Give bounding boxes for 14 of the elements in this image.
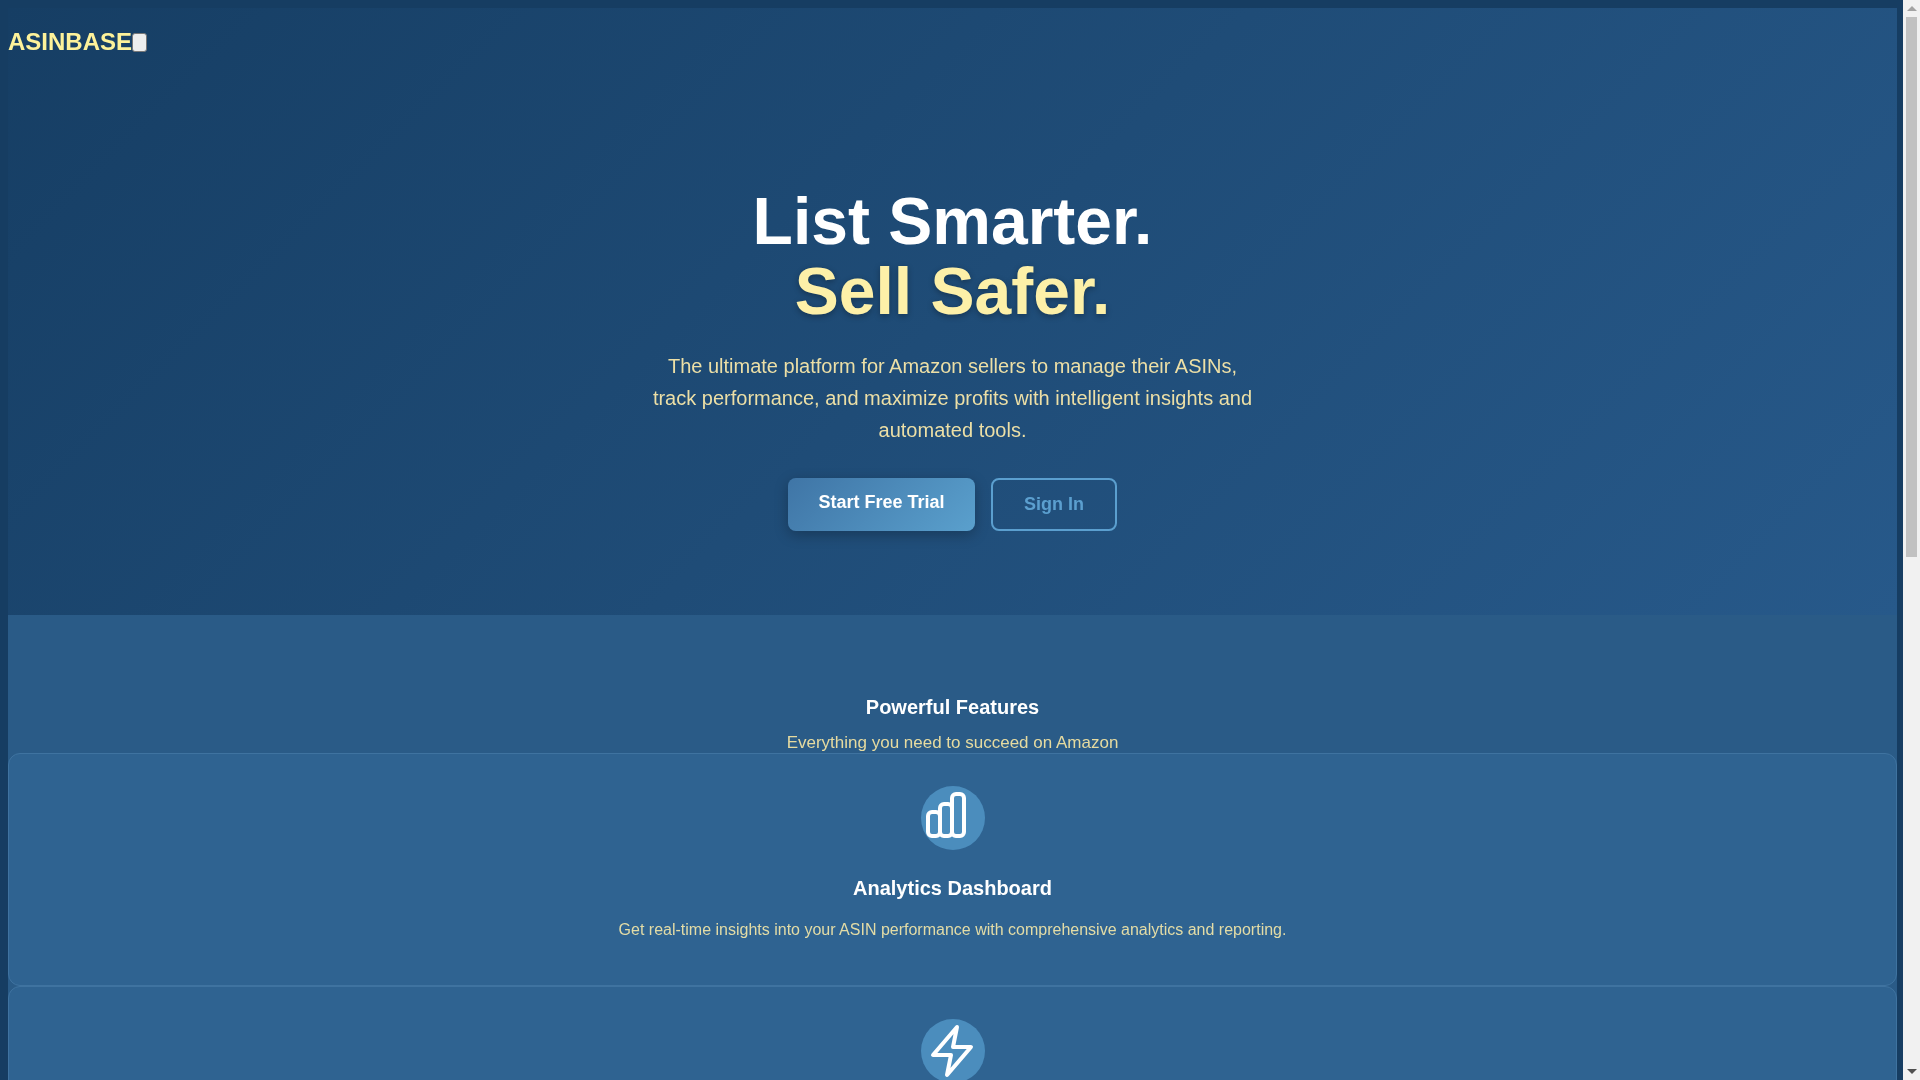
feature-title: Analytics Dashboard [853, 876, 1052, 900]
feature-description: Get real-time insights into your ASIN performance with comprehensive analytics and reporting. [618, 920, 1287, 940]
scrollbar[interactable] [1903, 0, 1920, 1080]
lightning-icon [920, 1019, 985, 1080]
menu-toggle-button[interactable] [132, 32, 148, 52]
logo[interactable]: ASINBASE [8, 28, 133, 56]
hero-tagline: Sell Safer. [794, 256, 1111, 326]
sign-in-button[interactable]: Sign In [991, 478, 1117, 531]
bar-chart-icon [920, 786, 985, 850]
section-subheading: Everything you need to succeed on Amazon [786, 733, 1119, 753]
hero-description: The ultimate platform for Amazon sellers to manage their ASINs, track performance, and maximize profits with intelligent insights and automated tools. [651, 354, 1254, 443]
start-trial-button[interactable]: Start Free Trial [788, 478, 975, 531]
section-heading: Powerful Features [865, 695, 1040, 719]
hero-title: List Smarter. [752, 186, 1153, 256]
